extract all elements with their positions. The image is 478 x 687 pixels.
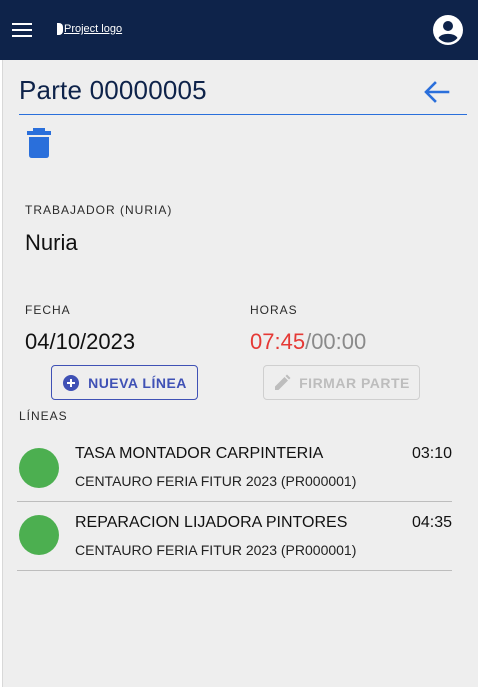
- main-content: Parte 00000005 TRABAJADOR (NURIA) Nuria …: [2, 60, 478, 687]
- hours-done: 07:45: [250, 329, 306, 354]
- arrow-left-icon[interactable]: [422, 77, 452, 107]
- add-circle-icon: [63, 374, 80, 391]
- worker-value: Nuria: [25, 230, 78, 255]
- status-dot: [19, 515, 59, 555]
- list-item[interactable]: TASA MONTADOR CARPINTERIA CENTAURO FERIA…: [17, 432, 452, 502]
- broken-image-icon: [57, 23, 63, 35]
- hours-total: 00:00: [311, 329, 367, 354]
- lines-label: LÍNEAS: [19, 409, 68, 423]
- line-time: 03:10: [411, 445, 452, 462]
- line-time: 04:35: [411, 514, 452, 531]
- trash-icon[interactable]: [26, 128, 52, 158]
- sign-button[interactable]: FIRMAR PARTE: [263, 365, 420, 400]
- account-circle-icon[interactable]: [433, 15, 463, 45]
- title-row: Parte 00000005: [19, 72, 467, 115]
- app-toolbar: Project logo: [0, 0, 478, 60]
- line-title: TASA MONTADOR CARPINTERIA: [75, 445, 324, 462]
- line-project: CENTAURO FERIA FITUR 2023 (PR000001): [75, 473, 357, 489]
- hamburger-icon[interactable]: [12, 23, 32, 37]
- new-line-label: NUEVA LÍNEA: [88, 374, 187, 391]
- hours-value: 07:45/00:00: [250, 329, 366, 355]
- line-project: CENTAURO FERIA FITUR 2023 (PR000001): [75, 542, 357, 558]
- hours-label: HORAS: [250, 303, 298, 317]
- status-dot: [19, 448, 59, 488]
- new-line-button[interactable]: NUEVA LÍNEA: [51, 365, 198, 400]
- worker-label: TRABAJADOR (NURIA): [25, 203, 173, 217]
- sign-label: FIRMAR PARTE: [299, 374, 410, 391]
- line-title: REPARACION LIJADORA PINTORES: [75, 514, 348, 531]
- date-label: FECHA: [25, 303, 71, 317]
- page-title: Parte 00000005: [19, 75, 207, 105]
- list-item[interactable]: REPARACION LIJADORA PINTORES CENTAURO FE…: [17, 502, 452, 571]
- pencil-icon: [275, 374, 291, 390]
- project-logo-alt-text: Project logo: [64, 23, 123, 35]
- date-value: 04/10/2023: [25, 329, 136, 354]
- project-logo[interactable]: Project logo: [57, 23, 122, 35]
